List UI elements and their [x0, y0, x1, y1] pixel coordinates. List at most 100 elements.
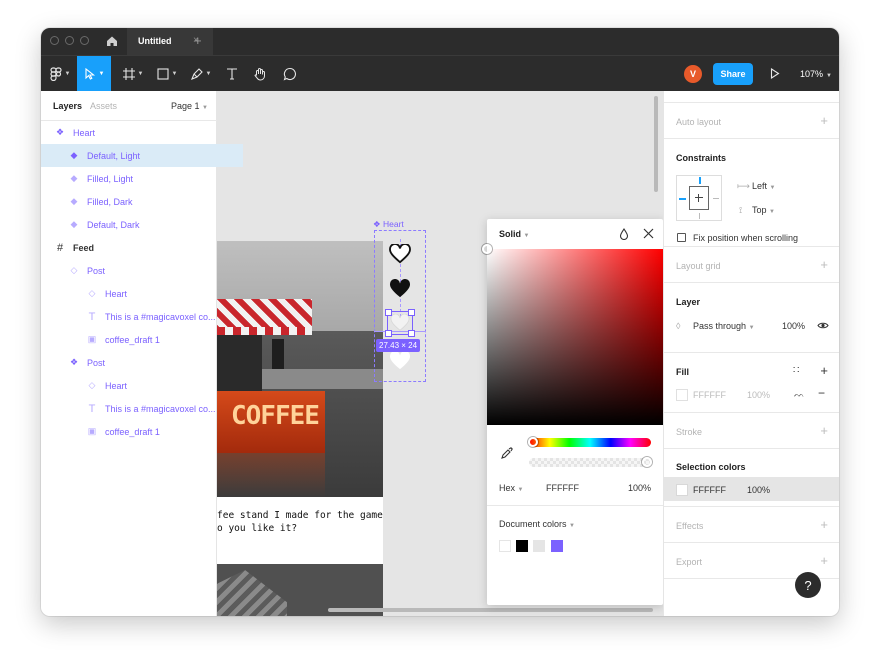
- style-grid-icon[interactable]: ∷: [793, 365, 799, 376]
- tab-assets[interactable]: Assets: [90, 101, 117, 111]
- layer-row-feed-frame[interactable]: # Feed: [41, 236, 229, 259]
- post-frame[interactable]: COFFEE fee stand I made for the game o y…: [217, 241, 383, 616]
- image-icon: ▣: [87, 426, 97, 436]
- remove-fill-button[interactable]: −: [818, 386, 825, 400]
- visibility-toggle[interactable]: [817, 321, 829, 332]
- text-tool-button[interactable]: [221, 56, 243, 91]
- user-avatar[interactable]: V: [684, 65, 702, 83]
- canvas-scrollbar-horizontal[interactable]: [328, 608, 653, 612]
- chevron-down-icon: ▼: [569, 523, 575, 529]
- heart-filled-light-icon[interactable]: [389, 278, 411, 301]
- hue-slider[interactable]: [529, 438, 651, 447]
- instance-icon: ◇: [88, 380, 96, 390]
- opacity-slider-knob[interactable]: [642, 457, 652, 467]
- comment-tool-button[interactable]: [279, 56, 301, 91]
- hue-slider-knob[interactable]: [528, 437, 538, 447]
- frame-tool-button[interactable]: ▼: [119, 56, 147, 91]
- home-icon[interactable]: [105, 34, 119, 50]
- layer-row-post[interactable]: ◇ Post: [41, 259, 243, 282]
- drop-icon: [619, 228, 629, 241]
- heart-component-set[interactable]: [374, 230, 426, 382]
- main-menu-button[interactable]: ▼: [47, 56, 73, 91]
- resize-handle[interactable]: [385, 309, 392, 316]
- selection-color-hex[interactable]: FFFFFF: [693, 485, 726, 495]
- document-color-swatch[interactable]: [533, 540, 545, 552]
- color-area-knob[interactable]: [482, 244, 492, 254]
- close-window-button[interactable]: [50, 36, 59, 45]
- close-picker-button[interactable]: [643, 228, 654, 241]
- canvas-scrollbar-vertical[interactable]: [654, 96, 658, 192]
- heart-frame-label[interactable]: ❖ Heart: [373, 219, 404, 230]
- section-title: Export: [676, 557, 703, 567]
- document-color-swatch[interactable]: [499, 540, 511, 552]
- blend-mode-dropdown[interactable]: Pass through ▼: [693, 321, 755, 331]
- selection-colors-section: Selection colors FFFFFF 100%: [664, 449, 839, 507]
- present-button[interactable]: [770, 67, 780, 81]
- add-auto-layout-button[interactable]: +: [820, 113, 828, 128]
- constraint-left-indicator[interactable]: [679, 198, 686, 200]
- document-color-swatch[interactable]: [551, 540, 563, 552]
- opacity-input[interactable]: 100%: [628, 483, 651, 493]
- help-button[interactable]: ?: [795, 572, 821, 598]
- fill-opacity-input[interactable]: 100%: [747, 390, 770, 400]
- fix-position-checkbox[interactable]: [677, 233, 686, 242]
- layer-row-default-dark[interactable]: ◆ Default, Dark: [41, 213, 243, 236]
- page-select-label: Page 1: [171, 101, 200, 111]
- size-badge: 27.43 × 24: [376, 339, 421, 352]
- fill-hex-input[interactable]: FFFFFF: [693, 390, 726, 400]
- hand-tool-button[interactable]: [249, 56, 271, 91]
- layer-row-filled-light[interactable]: ◆ Filled, Light: [41, 167, 243, 190]
- layer-opacity-input[interactable]: 100%: [782, 321, 805, 331]
- voxel-shape: [217, 570, 287, 616]
- resize-handle[interactable]: [408, 330, 415, 337]
- share-button[interactable]: Share: [713, 63, 753, 85]
- color-format-dropdown[interactable]: Hex ▼: [499, 483, 523, 493]
- minimize-window-button[interactable]: [65, 36, 74, 45]
- constraints-widget[interactable]: [676, 175, 722, 221]
- document-color-swatch[interactable]: [516, 540, 528, 552]
- resize-handle[interactable]: [385, 330, 392, 337]
- page-select[interactable]: Page 1 ▼: [171, 101, 208, 111]
- saturation-value-area[interactable]: [487, 249, 663, 425]
- eye-closed-icon[interactable]: ᨓ: [794, 389, 805, 400]
- shape-tool-button[interactable]: ▼: [153, 56, 181, 91]
- add-layout-grid-button[interactable]: +: [820, 257, 828, 272]
- constraint-top-indicator[interactable]: [699, 177, 701, 184]
- blend-mode-button[interactable]: [619, 228, 629, 242]
- fill-type-dropdown[interactable]: Solid ▼: [499, 229, 529, 239]
- constraint-bottom-indicator[interactable]: [699, 213, 700, 219]
- fill-swatch[interactable]: [676, 389, 688, 401]
- add-stroke-button[interactable]: +: [820, 423, 828, 438]
- heart-filled-dark-selected[interactable]: [385, 309, 415, 337]
- add-fill-button[interactable]: +: [820, 363, 828, 378]
- zoom-window-button[interactable]: [80, 36, 89, 45]
- eyedropper-button[interactable]: [501, 447, 513, 461]
- heart-default-dark-icon[interactable]: [389, 350, 411, 373]
- heart-outline-light-icon[interactable]: [389, 243, 411, 266]
- opacity-slider[interactable]: [529, 458, 651, 467]
- layer-row-filled-dark[interactable]: ◆ Filled, Dark: [41, 190, 243, 213]
- pen-tool-button[interactable]: ▼: [187, 56, 215, 91]
- constraint-right-indicator[interactable]: [713, 198, 719, 199]
- selection-color-row[interactable]: FFFFFF 100%: [664, 477, 839, 501]
- resize-handle[interactable]: [408, 309, 415, 316]
- selection-color-swatch[interactable]: [676, 484, 688, 496]
- zoom-dropdown[interactable]: 107% ▼: [800, 69, 832, 79]
- tab-layers[interactable]: Layers: [53, 101, 82, 111]
- layer-row-default-light[interactable]: ◆ Default, Light: [41, 144, 243, 167]
- document-colors-dropdown[interactable]: Document colors ▼: [499, 519, 575, 529]
- new-tab-button[interactable]: +: [194, 33, 202, 48]
- horizontal-constraint-value: Left: [752, 181, 768, 191]
- hex-input[interactable]: FFFFFF: [546, 483, 579, 493]
- selection-color-opacity[interactable]: 100%: [747, 485, 770, 495]
- layer-row-post[interactable]: ❖ Post: [41, 351, 243, 374]
- add-export-button[interactable]: +: [820, 553, 828, 568]
- layer-label: This is a #magicavoxel co...: [105, 311, 216, 322]
- chevron-down-icon: ▼: [523, 233, 530, 239]
- add-effect-button[interactable]: +: [820, 517, 828, 532]
- horizontal-constraint-dropdown[interactable]: Left ▼: [752, 181, 775, 191]
- move-tool-button[interactable]: ▼: [77, 56, 111, 91]
- layer-row-heart-component-set[interactable]: ❖ Heart: [41, 121, 229, 144]
- vertical-constraint-dropdown[interactable]: Top ▼: [752, 205, 775, 215]
- document-colors-label: Document colors: [499, 519, 567, 529]
